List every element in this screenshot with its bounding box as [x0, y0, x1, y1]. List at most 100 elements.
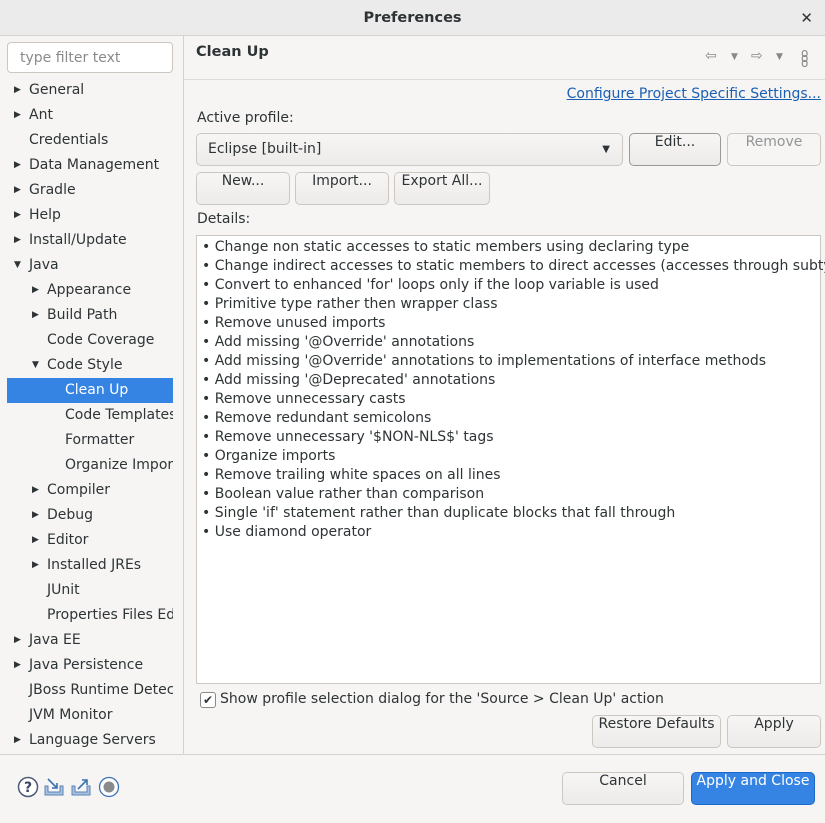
- tree-item[interactable]: ▼ Java: [7, 253, 173, 278]
- forward-icon[interactable]: ⇨: [751, 48, 763, 64]
- detail-text: Organize imports: [214, 448, 336, 464]
- tree-item[interactable]: Organize Imports: [7, 453, 173, 478]
- collapsed-arrow-icon[interactable]: ▶: [32, 553, 39, 578]
- tree-item[interactable]: ▶ Appearance: [7, 278, 173, 303]
- apply-and-close-button[interactable]: Apply and Close: [691, 772, 815, 805]
- import-preferences-icon[interactable]: [43, 776, 65, 798]
- filter-input[interactable]: [7, 42, 173, 73]
- edit-button[interactable]: Edit...: [629, 133, 721, 166]
- collapsed-arrow-icon[interactable]: ▶: [32, 478, 39, 503]
- tree-item-label: Data Management: [29, 157, 160, 173]
- tree-item-label: Code Coverage: [47, 332, 155, 348]
- configure-project-link[interactable]: Configure Project Specific Settings...: [567, 86, 821, 102]
- tree-item-label: Formatter: [65, 432, 135, 448]
- bullet-icon: •: [202, 258, 215, 274]
- detail-text: Change indirect accesses to static membe…: [214, 258, 825, 274]
- tree-item[interactable]: ▶ Install/Update: [7, 228, 173, 253]
- tree-item-label: Code Style: [47, 357, 123, 373]
- bullet-icon: •: [202, 296, 215, 312]
- tree-item[interactable]: ▶ Build Path: [7, 303, 173, 328]
- tree-item[interactable]: ▶ Java EE: [7, 628, 173, 653]
- show-dialog-checkbox[interactable]: ✔: [200, 692, 216, 708]
- tree-item[interactable]: Code Templates: [7, 403, 173, 428]
- tree-item-label: Appearance: [47, 282, 132, 298]
- tree-item[interactable]: ▶ General: [7, 78, 173, 103]
- collapsed-arrow-icon[interactable]: ▶: [14, 653, 21, 678]
- back-menu-icon[interactable]: ▼: [731, 52, 738, 62]
- collapsed-arrow-icon[interactable]: ▶: [32, 528, 39, 553]
- tree-item[interactable]: ▶ Editor: [7, 528, 173, 553]
- tree-item-label: Credentials: [29, 132, 109, 148]
- tree-item[interactable]: ▶ Java Persistence: [7, 653, 173, 678]
- tree-item-label: Properties Files Editor: [47, 607, 173, 623]
- bullet-icon: •: [202, 467, 215, 483]
- help-icon[interactable]: ?: [17, 776, 39, 798]
- tree-item[interactable]: ▶ Debug: [7, 503, 173, 528]
- collapsed-arrow-icon[interactable]: ▶: [32, 303, 39, 328]
- collapsed-arrow-icon[interactable]: ▶: [14, 153, 21, 178]
- export-preferences-icon[interactable]: [70, 776, 92, 798]
- collapsed-arrow-icon[interactable]: ▶: [32, 503, 39, 528]
- tree-item[interactable]: Properties Files Editor: [7, 603, 173, 628]
- collapsed-arrow-icon[interactable]: ▶: [14, 228, 21, 253]
- detail-text: Add missing '@Override' annotations to i…: [214, 353, 767, 369]
- bullet-icon: •: [202, 315, 215, 331]
- bullet-icon: •: [202, 391, 215, 407]
- restore-defaults-button[interactable]: Restore Defaults: [592, 715, 721, 748]
- view-menu-icon[interactable]: ooo: [801, 47, 808, 69]
- detail-text: Single 'if' statement rather than duplic…: [214, 505, 676, 521]
- close-icon[interactable]: ✕: [800, 0, 813, 36]
- tree-item[interactable]: ▼ Code Style: [7, 353, 173, 378]
- tree-item-label: General: [29, 82, 85, 98]
- tree-item[interactable]: ▶ Compiler: [7, 478, 173, 503]
- tree-item[interactable]: ▶ Data Management: [7, 153, 173, 178]
- detail-item: • Remove unnecessary '$NON-NLS$' tags: [202, 428, 815, 447]
- tree-item[interactable]: ▶ Gradle: [7, 178, 173, 203]
- profile-select[interactable]: Eclipse [built-in] ▼: [196, 133, 623, 166]
- detail-text: Use diamond operator: [214, 524, 372, 540]
- bullet-icon: •: [202, 524, 215, 540]
- collapsed-arrow-icon[interactable]: ▶: [14, 203, 21, 228]
- svg-text:?: ?: [24, 780, 32, 796]
- detail-item: • Remove unused imports: [202, 314, 815, 333]
- expanded-arrow-icon[interactable]: ▼: [14, 253, 21, 278]
- apply-button[interactable]: Apply: [727, 715, 821, 748]
- collapsed-arrow-icon[interactable]: ▶: [14, 78, 21, 103]
- bullet-icon: •: [202, 334, 215, 350]
- tree-item[interactable]: ▶ Language Servers: [7, 728, 173, 753]
- remove-button[interactable]: Remove: [727, 133, 821, 166]
- tree-item[interactable]: JVM Monitor: [7, 703, 173, 728]
- detail-item: • Boolean value rather than comparison: [202, 485, 815, 504]
- details-label: Details:: [197, 211, 251, 227]
- tree-item-label: JVM Monitor: [29, 707, 113, 723]
- expanded-arrow-icon[interactable]: ▼: [32, 353, 39, 378]
- forward-menu-icon[interactable]: ▼: [776, 52, 783, 62]
- tree-item[interactable]: ▶ Ant: [7, 103, 173, 128]
- detail-item: • Remove unnecessary casts: [202, 390, 815, 409]
- tree-item[interactable]: Clean Up: [7, 378, 173, 403]
- new-button[interactable]: New...: [196, 172, 290, 205]
- collapsed-arrow-icon[interactable]: ▶: [32, 278, 39, 303]
- divider: [183, 36, 184, 754]
- back-icon[interactable]: ⇦: [705, 48, 717, 64]
- tree-item[interactable]: Code Coverage: [7, 328, 173, 353]
- cancel-button[interactable]: Cancel: [562, 772, 684, 805]
- import-button[interactable]: Import...: [295, 172, 389, 205]
- tree-item[interactable]: JUnit: [7, 578, 173, 603]
- detail-item: • Change indirect accesses to static mem…: [202, 257, 825, 276]
- collapsed-arrow-icon[interactable]: ▶: [14, 728, 21, 753]
- tree-item[interactable]: ▶ Installed JREs: [7, 553, 173, 578]
- detail-item: • Convert to enhanced 'for' loops only i…: [202, 276, 815, 295]
- collapsed-arrow-icon[interactable]: ▶: [14, 103, 21, 128]
- tree-item[interactable]: Formatter: [7, 428, 173, 453]
- detail-text: Primitive type rather then wrapper class: [214, 296, 498, 312]
- tree-item[interactable]: JBoss Runtime Detection: [7, 678, 173, 703]
- tree-item[interactable]: Credentials: [7, 128, 173, 153]
- detail-item: • Remove redundant semicolons: [202, 409, 815, 428]
- collapsed-arrow-icon[interactable]: ▶: [14, 178, 21, 203]
- record-icon[interactable]: [98, 776, 120, 798]
- collapsed-arrow-icon[interactable]: ▶: [14, 628, 21, 653]
- export-all-button[interactable]: Export All...: [394, 172, 490, 205]
- tree-item[interactable]: ▶ Help: [7, 203, 173, 228]
- detail-item: • Organize imports: [202, 447, 815, 466]
